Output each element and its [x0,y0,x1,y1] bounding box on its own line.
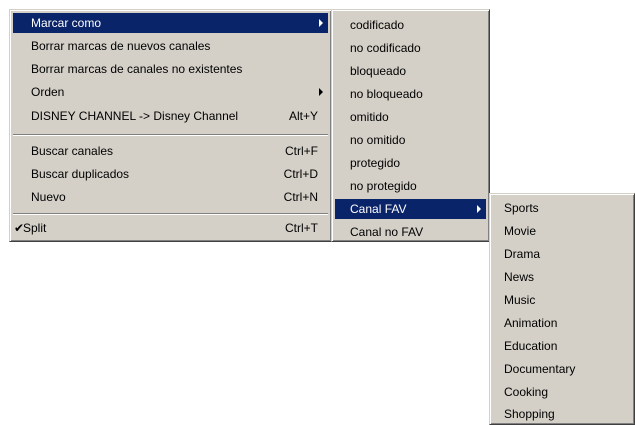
menu-item-borrar-nuevos[interactable]: Borrar marcas de nuevos canales [13,36,328,56]
menu-item-label: Animation [504,316,558,330]
menu-item-news[interactable]: News [493,267,631,287]
menu-item-drama[interactable]: Drama [493,244,631,264]
menu-item-shopping[interactable]: Shopping [493,404,631,424]
menu-item-label: no bloqueado [350,87,423,101]
menu-item-label: Split [23,221,47,235]
submenu-arrow-icon [319,19,323,27]
menu-item-shortcut: Ctrl+N [283,190,318,204]
menu-item-label: no protegido [350,179,417,193]
menu-item-no-bloqueado[interactable]: no bloqueado [335,84,486,104]
menu-item-label: protegido [350,156,401,170]
menu-item-label: Education [504,339,558,353]
menu-item-label: omitido [350,110,389,124]
menu-item-movie[interactable]: Movie [493,221,631,241]
menu-item-shortcut: Ctrl+T [285,221,318,235]
menu-item-label: Drama [504,247,541,261]
menu-item-bloqueado[interactable]: bloqueado [335,61,486,81]
menu-item-animation[interactable]: Animation [493,313,631,333]
submenu-arrow-icon [477,205,481,213]
menu-item-label: Nuevo [31,190,66,204]
menu-item-nuevo[interactable]: Nuevo Ctrl+N [13,187,328,207]
menu-item-rename-disney[interactable]: DISNEY CHANNEL -> Disney Channel Alt+Y [13,106,328,126]
menu-item-documentary[interactable]: Documentary [493,359,631,379]
menu-item-label: Canal no FAV [350,225,424,239]
menu-item-label: Shopping [504,407,555,421]
menu-item-label: Cooking [504,385,549,399]
menu-item-split[interactable]: ✔ Split Ctrl+T [13,218,328,238]
menu-item-shortcut: Ctrl+D [283,167,318,181]
menu-item-label: Canal FAV [350,202,407,216]
menu-item-music[interactable]: Music [493,290,631,310]
menu-item-borrar-no-existentes[interactable]: Borrar marcas de canales no existentes [13,59,328,79]
menu-item-no-protegido[interactable]: no protegido [335,176,486,196]
menu-item-label: no omitido [350,133,406,147]
submenu-marcar-como: codificado no codificado bloqueado no bl… [331,9,490,242]
submenu-arrow-icon [319,88,323,96]
menu-item-label: News [504,270,535,284]
menu-item-buscar-duplicados[interactable]: Buscar duplicados Ctrl+D [13,164,328,184]
menu-item-label: Music [504,293,536,307]
menu-item-label: Marcar como [31,16,102,30]
menu-item-cooking[interactable]: Cooking [493,382,631,402]
menu-item-label: DISNEY CHANNEL -> Disney Channel [31,109,239,123]
menu-item-label: Movie [504,224,537,238]
menu-item-label: Orden [31,85,65,99]
menu-separator [13,134,328,136]
menu-item-no-codificado[interactable]: no codificado [335,38,486,58]
menu-item-no-omitido[interactable]: no omitido [335,130,486,150]
menu-separator [13,213,328,215]
menu-item-sports[interactable]: Sports [493,198,631,218]
menu-item-shortcut: Alt+Y [288,109,318,123]
menu-item-label: Buscar duplicados [31,167,130,181]
menu-item-education[interactable]: Education [493,336,631,356]
submenu-canal-fav: Sports Movie Drama News Music Animation … [489,193,635,425]
menu-item-label: Borrar marcas de nuevos canales [31,39,211,53]
menu-item-marcar-como[interactable]: Marcar como [13,13,328,33]
menu-item-canal-fav[interactable]: Canal FAV [335,199,486,219]
menu-item-orden[interactable]: Orden [13,82,328,102]
menu-item-codificado[interactable]: codificado [335,15,486,35]
menu-item-label: no codificado [350,41,421,55]
menu-item-canal-no-fav[interactable]: Canal no FAV [335,222,486,242]
menu-item-label: Borrar marcas de canales no existentes [31,62,243,76]
menu-item-protegido[interactable]: protegido [335,153,486,173]
menu-item-label: Buscar canales [31,144,114,158]
menu-item-shortcut: Ctrl+F [285,144,318,158]
menu-item-omitido[interactable]: omitido [335,107,486,127]
menu-item-label: codificado [350,18,405,32]
menu-item-label: bloqueado [350,64,407,78]
menu-item-buscar-canales[interactable]: Buscar canales Ctrl+F [13,141,328,161]
context-menu-main: Marcar como Borrar marcas de nuevos cana… [9,9,332,242]
menu-item-label: Sports [504,201,539,215]
menu-item-label: Documentary [504,362,576,376]
